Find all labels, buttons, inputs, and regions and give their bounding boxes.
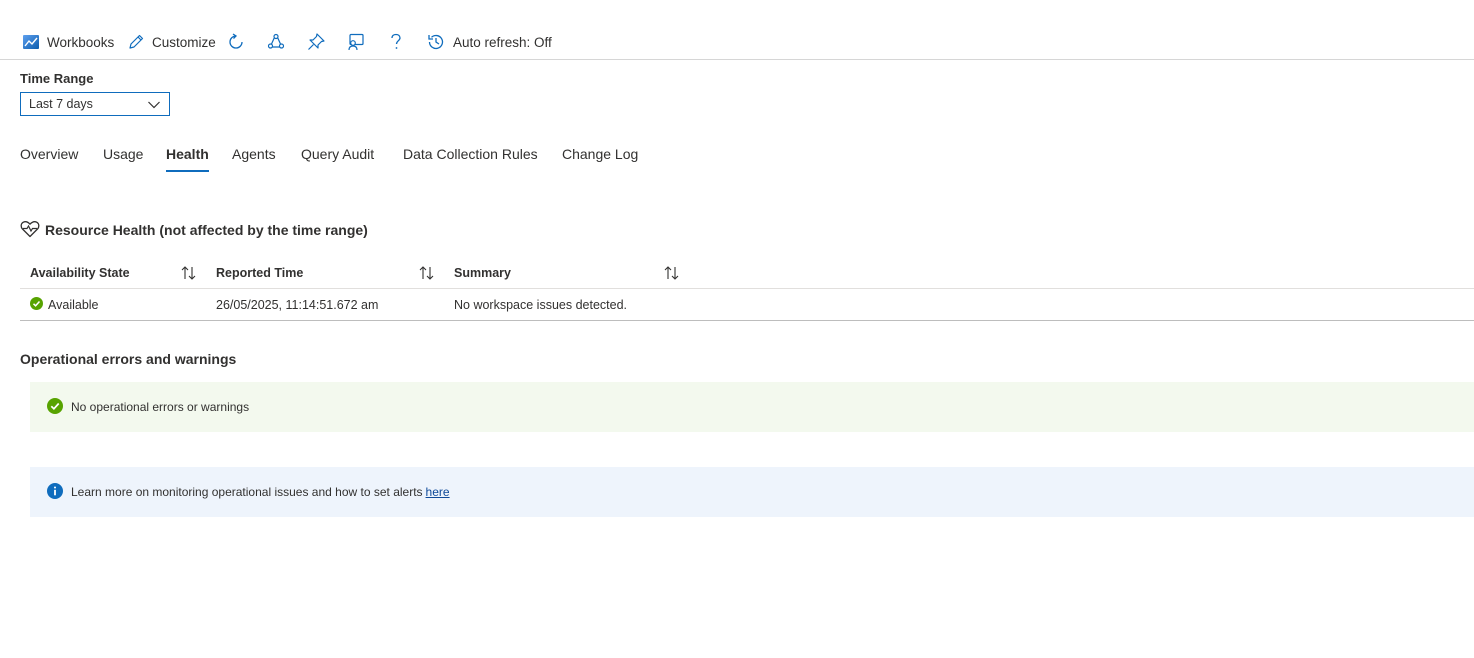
chevron-down-icon <box>147 98 161 115</box>
no-errors-banner: No operational errors or warnings <box>30 382 1474 432</box>
sort-icon[interactable] <box>418 265 436 284</box>
availability-state-cell: Available <box>30 289 99 321</box>
share-button[interactable] <box>266 30 286 54</box>
column-header-reported-time[interactable]: Reported Time <box>216 257 303 289</box>
edit-pencil-icon <box>127 33 145 51</box>
workbooks-label: Workbooks <box>47 34 115 50</box>
time-range-value: Last 7 days <box>29 97 93 111</box>
reported-time-cell: 26/05/2025, 11:14:51.672 am <box>216 298 379 312</box>
grid-header-row: Availability State Reported Time Summary <box>20 257 1474 289</box>
tab-overview[interactable]: Overview <box>20 146 78 172</box>
tab-query-audit[interactable]: Query Audit <box>301 146 374 172</box>
tab-change-log[interactable]: Change Log <box>562 146 638 172</box>
workbooks-icon <box>22 33 40 51</box>
tab-usage[interactable]: Usage <box>103 146 143 172</box>
resource-health-grid: Availability State Reported Time Summary… <box>20 257 1474 321</box>
operational-errors-title: Operational errors and warnings <box>20 351 237 367</box>
feedback-button[interactable] <box>346 30 366 54</box>
sort-icon[interactable] <box>180 265 198 284</box>
summary-cell: No workspace issues detected. <box>454 298 628 312</box>
time-range-dropdown[interactable]: Last 7 days <box>20 92 170 116</box>
availability-state-value: Available <box>48 298 99 312</box>
table-row[interactable]: Available 26/05/2025, 11:14:51.672 am No… <box>20 289 1474 321</box>
help-button[interactable] <box>388 30 404 54</box>
tab-health[interactable]: Health <box>166 146 209 172</box>
check-circle-icon <box>30 297 43 313</box>
refresh-button[interactable] <box>226 30 246 54</box>
pin-button[interactable] <box>306 30 326 54</box>
share-icon <box>266 32 286 52</box>
info-banner: Learn more on monitoring operational iss… <box>30 467 1474 517</box>
tab-overview-label: Overview <box>20 146 79 162</box>
info-message-text: Learn more on monitoring operational iss… <box>71 485 423 499</box>
refresh-icon <box>226 32 246 52</box>
tab-agents-label: Agents <box>232 146 276 162</box>
customize-button[interactable]: Customize <box>127 30 216 54</box>
resource-health-title: Resource Health (not affected by the tim… <box>20 220 368 240</box>
tab-query-audit-label: Query Audit <box>301 146 375 162</box>
feedback-icon <box>346 32 366 52</box>
tab-data-collection-rules[interactable]: Data Collection Rules <box>403 146 538 172</box>
workbooks-button[interactable]: Workbooks <box>22 30 114 54</box>
history-icon <box>426 32 446 52</box>
learn-more-link[interactable]: here <box>426 485 450 499</box>
resource-health-title-text: Resource Health (not affected by the tim… <box>45 222 368 238</box>
auto-refresh-label: Auto refresh: Off <box>453 34 552 50</box>
tab-agents[interactable]: Agents <box>232 146 276 172</box>
column-header-summary[interactable]: Summary <box>454 257 511 289</box>
time-range-label: Time Range <box>20 71 94 86</box>
heart-pulse-icon <box>20 220 40 241</box>
help-icon <box>388 32 404 52</box>
pin-icon <box>306 32 326 52</box>
customize-label: Customize <box>152 34 216 50</box>
no-errors-message: No operational errors or warnings <box>71 400 250 414</box>
info-message: Learn more on monitoring operational iss… <box>71 485 450 499</box>
tab-health-label: Health <box>166 146 209 162</box>
info-icon <box>47 482 63 502</box>
tab-change-log-label: Change Log <box>562 146 639 162</box>
check-circle-icon <box>47 397 63 417</box>
tab-usage-label: Usage <box>103 146 144 162</box>
column-header-availability-state[interactable]: Availability State <box>30 257 130 289</box>
command-bar: Workbooks Customize Auto refresh: Off <box>0 24 1474 60</box>
auto-refresh-button[interactable]: Auto refresh: Off <box>426 30 552 54</box>
tab-data-collection-rules-label: Data Collection Rules <box>403 146 538 162</box>
sort-icon[interactable] <box>663 265 681 284</box>
